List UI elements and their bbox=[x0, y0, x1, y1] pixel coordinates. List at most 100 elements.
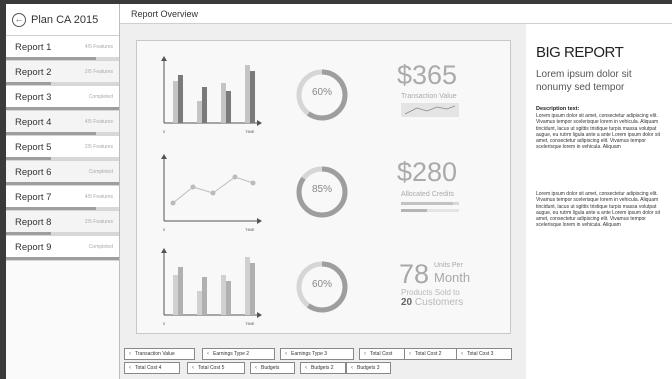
units-value: 78 bbox=[399, 259, 430, 289]
chart-bar bbox=[202, 277, 207, 315]
chart-bar bbox=[226, 91, 231, 123]
line-point bbox=[232, 174, 238, 180]
axis-zero-label: 0 bbox=[163, 129, 166, 134]
sidebar-item-status: Completed bbox=[88, 169, 113, 175]
chevron-left-icon: ‹ bbox=[129, 365, 131, 371]
chevron-left-icon: ‹ bbox=[305, 365, 307, 371]
sidebar-item-progress bbox=[6, 132, 119, 135]
filter-chip-label: Transaction Value bbox=[135, 351, 175, 357]
sidebar-item-progress bbox=[6, 257, 119, 260]
sidebar-item-report-2[interactable]: Report 2 2/5 Features bbox=[6, 61, 119, 86]
main-area: 0 TIME 60% $365 Transaction Value 0 TIME… bbox=[120, 24, 526, 379]
bar-chart-2: 0 TIME bbox=[161, 248, 262, 326]
allocated-caption: Allocated Credits bbox=[401, 191, 454, 198]
customers-label: 20 Customers bbox=[401, 297, 463, 308]
sidebar-item-progress bbox=[6, 57, 119, 60]
axis-time-label: TIME bbox=[245, 227, 255, 232]
chart-bar bbox=[245, 257, 250, 315]
allocated-bar-1 bbox=[401, 202, 459, 205]
allocated-bar-2 bbox=[401, 209, 459, 212]
chart-bar bbox=[173, 81, 178, 123]
ring-percent: 60% bbox=[311, 87, 332, 98]
chart-bar bbox=[221, 83, 226, 123]
sidebar-item-status: 2/5 Features bbox=[84, 69, 113, 75]
line-point bbox=[210, 190, 216, 196]
sidebar-item-label: Report 3 bbox=[15, 92, 52, 103]
chevron-left-icon: ‹ bbox=[409, 351, 411, 357]
sidebar-item-status: Completed bbox=[88, 244, 113, 250]
sidebar-item-label: Report 8 bbox=[15, 217, 52, 228]
filter-chip[interactable]: ‹ Total Cost 5 bbox=[187, 362, 245, 374]
sidebar-item-report-3[interactable]: Report 3 Completed bbox=[6, 86, 119, 111]
sidebar-item-status: 4/5 Features bbox=[84, 44, 113, 50]
chevron-left-icon: ‹ bbox=[461, 351, 463, 357]
sidebar-item-report-4[interactable]: Report 4 4/5 Features bbox=[6, 111, 119, 136]
chevron-left-icon: ‹ bbox=[207, 351, 209, 357]
sparkline-1 bbox=[401, 103, 459, 117]
filter-chip-label: Budgets 3 bbox=[357, 365, 380, 371]
filter-chip-label: Total Cost 2 bbox=[415, 351, 442, 357]
filter-chip[interactable]: ‹ Total Cost 2 bbox=[404, 348, 458, 360]
x-axis-arrow-icon bbox=[257, 312, 262, 318]
x-axis-arrow-icon bbox=[257, 218, 262, 224]
chevron-left-icon: ‹ bbox=[192, 365, 194, 371]
filter-chip[interactable]: ‹ Total Cost 4 bbox=[124, 362, 180, 374]
ring-percent: 85% bbox=[311, 184, 332, 195]
progress-ring-2: 85% bbox=[295, 165, 349, 219]
filter-chip[interactable]: ‹ Budgets 3 bbox=[346, 362, 391, 374]
sidebar-item-progress bbox=[6, 157, 119, 160]
filter-chip[interactable]: ‹ Total Cost 3 bbox=[456, 348, 512, 360]
top-bar: Report Overview bbox=[120, 4, 672, 24]
sidebar-item-progress bbox=[6, 82, 119, 85]
progress-ring-1: 60% bbox=[295, 68, 349, 122]
page-title: Report Overview bbox=[131, 9, 199, 19]
line-chart: 0 TIME bbox=[161, 154, 262, 232]
sidebar-item-label: Report 2 bbox=[15, 67, 52, 78]
transaction-caption: Transaction Value bbox=[401, 93, 457, 100]
month-label: Month bbox=[434, 270, 471, 285]
line-point bbox=[190, 184, 196, 190]
filter-chip-label: Earnings Type 3 bbox=[291, 351, 328, 357]
report-list: Report 1 4/5 Features Report 2 2/5 Features… bbox=[6, 36, 119, 261]
sidebar-item-report-1[interactable]: Report 1 4/5 Features bbox=[6, 36, 119, 61]
sidebar-item-status: 2/5 Features bbox=[84, 219, 113, 225]
sidebar-item-progress bbox=[6, 182, 119, 185]
chart-bar bbox=[178, 75, 183, 123]
sidebar-item-report-7[interactable]: Report 7 4/5 Features bbox=[6, 186, 119, 211]
sidebar-item-label: Report 4 bbox=[15, 117, 52, 128]
big-report-title: BIG REPORT bbox=[536, 44, 624, 61]
chart-bar bbox=[250, 263, 255, 315]
filter-chip[interactable]: ‹ Budgets 2 bbox=[300, 362, 346, 374]
customers-text: Customers bbox=[414, 297, 464, 308]
filter-chip[interactable]: ‹ Earnings Type 2 bbox=[202, 348, 275, 360]
back-arrow-icon[interactable]: ← bbox=[12, 12, 26, 27]
chart-bar bbox=[221, 275, 226, 315]
chart-bar bbox=[245, 65, 250, 123]
chart-bar bbox=[173, 275, 178, 315]
sidebar-item-label: Report 9 bbox=[15, 242, 52, 253]
transaction-value: $365 bbox=[397, 60, 458, 90]
chart-bar bbox=[250, 71, 255, 123]
filter-chip[interactable]: ‹ Transaction Value bbox=[124, 348, 195, 360]
y-axis-arrow-icon bbox=[161, 56, 167, 61]
filter-chip-label: Budgets bbox=[261, 365, 280, 371]
chart-bar bbox=[226, 281, 231, 315]
y-axis-arrow-icon bbox=[161, 154, 167, 159]
sidebar-item-report-5[interactable]: Report 5 2/5 Features bbox=[6, 136, 119, 161]
report-subtitle: Lorem ipsum dolor sit nonumy sed tempor bbox=[536, 69, 632, 93]
sidebar-item-report-6[interactable]: Report 6 Completed bbox=[6, 161, 119, 186]
customers-count: 20 bbox=[401, 297, 413, 308]
sidebar-header: ← Plan CA 2015 bbox=[6, 4, 119, 36]
sidebar-item-report-9[interactable]: Report 9 Completed bbox=[6, 236, 119, 261]
sidebar: ← Plan CA 2015 Report 1 4/5 Features Repor… bbox=[6, 4, 120, 379]
sidebar-item-status: Completed bbox=[88, 94, 113, 100]
progress-ring-3: 60% bbox=[295, 260, 349, 314]
line-series bbox=[172, 176, 254, 204]
x-axis-arrow-icon bbox=[257, 120, 262, 126]
filter-chip[interactable]: ‹ Earnings Type 3 bbox=[280, 348, 354, 360]
axis-time-label: TIME bbox=[245, 321, 255, 326]
description-title: Description text: bbox=[536, 106, 580, 112]
filter-chip[interactable]: ‹ Budgets bbox=[250, 362, 295, 374]
sidebar-item-report-8[interactable]: Report 8 2/5 Features bbox=[6, 211, 119, 236]
units-label: Units Per bbox=[434, 262, 463, 269]
